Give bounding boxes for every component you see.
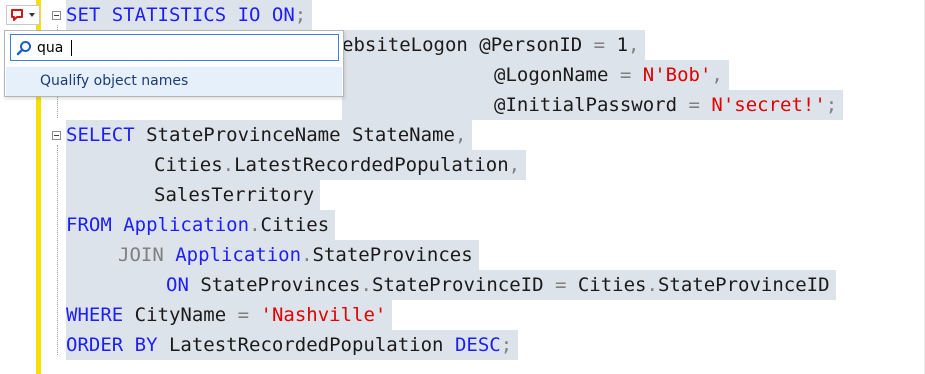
code-line-10[interactable]: ON StateProvinces.StateProvinceID = Citi… bbox=[66, 270, 836, 300]
code-line-8[interactable]: FROM Application.Cities bbox=[66, 210, 336, 240]
string-literal: 'Nashville' bbox=[260, 304, 387, 326]
collapse-toggle-icon[interactable] bbox=[52, 131, 61, 140]
string-literal: N'secret!' bbox=[711, 94, 826, 116]
lightbulb-error-icon bbox=[11, 9, 23, 21]
punctuation: ; bbox=[294, 4, 307, 26]
punctuation: . bbox=[360, 274, 372, 296]
punctuation: . bbox=[646, 274, 658, 296]
string-literal: N'Bob' bbox=[642, 64, 712, 86]
identifier: LatestRecordedPopulation bbox=[157, 334, 455, 356]
code-line-1[interactable]: SET STATISTICS IO ON; bbox=[66, 0, 313, 30]
punctuation: . bbox=[249, 214, 261, 236]
parameter: @LogonName bbox=[494, 64, 620, 86]
quick-actions-button[interactable] bbox=[6, 5, 40, 25]
parameter: @PersonID bbox=[479, 34, 594, 56]
keyword: DESC bbox=[454, 334, 501, 356]
punctuation: , bbox=[711, 64, 723, 86]
search-input[interactable] bbox=[37, 38, 327, 57]
punctuation: ; bbox=[500, 334, 513, 356]
keyword: ORDER BY bbox=[66, 334, 158, 356]
suggestion-label: Qualify object names bbox=[40, 73, 189, 89]
identifier: StateProvinces bbox=[312, 244, 473, 266]
identifier: StateProvinceID bbox=[371, 274, 555, 296]
identifier: StateProvinceID bbox=[657, 274, 830, 296]
schema-name: Application bbox=[175, 244, 302, 266]
keyword: ON bbox=[166, 274, 189, 296]
code-line-2[interactable]: ebsiteLogon @PersonID = 1, bbox=[342, 30, 646, 60]
code-line-4[interactable]: @InitialPassword = N'secret!'; bbox=[342, 90, 844, 120]
code-line-3[interactable]: @LogonName = N'Bob', bbox=[342, 60, 729, 90]
identifier: LatestRecordedPopulation bbox=[234, 154, 509, 176]
identifier: StateProvinceName StateName bbox=[134, 124, 455, 146]
search-icon bbox=[16, 41, 31, 56]
keyword: SET STATISTICS IO ON bbox=[66, 4, 295, 26]
operator: = bbox=[688, 94, 700, 116]
punctuation: , bbox=[628, 34, 640, 56]
schema-name: Application bbox=[123, 214, 250, 236]
operator: = bbox=[593, 34, 606, 56]
identifier: SalesTerritory bbox=[154, 184, 315, 206]
outline-guide bbox=[57, 145, 58, 355]
code-line-5[interactable]: SELECT StateProvinceName StateName, bbox=[66, 120, 473, 150]
suggestion-item[interactable]: Qualify object names bbox=[6, 67, 342, 96]
code-line-9[interactable]: JOIN Application.StateProvinces bbox=[66, 240, 479, 270]
identifier: Cities bbox=[566, 274, 647, 296]
keyword: FROM bbox=[66, 214, 112, 236]
punctuation: , bbox=[508, 154, 521, 176]
parameter: @InitialPassword bbox=[494, 94, 689, 116]
identifier: ebsiteLogon bbox=[342, 34, 480, 56]
keyword: WHERE bbox=[66, 304, 124, 326]
identifier: Cities bbox=[154, 154, 223, 176]
code-line-12[interactable]: ORDER BY LatestRecordedPopulation DESC; bbox=[66, 330, 519, 360]
quick-actions-popup: Qualify object names bbox=[4, 30, 344, 97]
collapse-toggle-icon[interactable] bbox=[52, 11, 61, 20]
punctuation: , bbox=[454, 124, 467, 146]
identifier: CityName bbox=[123, 304, 238, 326]
identifier: Cities bbox=[260, 214, 330, 236]
punctuation: ; bbox=[825, 94, 838, 116]
punctuation: . bbox=[222, 154, 235, 176]
keyword: JOIN bbox=[118, 244, 164, 266]
chevron-down-icon bbox=[29, 13, 35, 17]
punctuation: . bbox=[301, 244, 313, 266]
code-line-6[interactable]: Cities.LatestRecordedPopulation, bbox=[66, 150, 527, 180]
identifier: StateProvinces bbox=[188, 274, 361, 296]
number-literal: 1 bbox=[605, 34, 629, 56]
code-line-11[interactable]: WHERE CityName = 'Nashville' bbox=[66, 300, 393, 330]
operator: = bbox=[619, 64, 632, 86]
search-box[interactable] bbox=[10, 34, 339, 61]
operator: = bbox=[237, 304, 250, 326]
keyword: SELECT bbox=[66, 124, 135, 146]
operator: = bbox=[554, 274, 567, 296]
text-caret bbox=[71, 40, 72, 56]
code-line-7[interactable]: SalesTerritory bbox=[66, 180, 321, 210]
